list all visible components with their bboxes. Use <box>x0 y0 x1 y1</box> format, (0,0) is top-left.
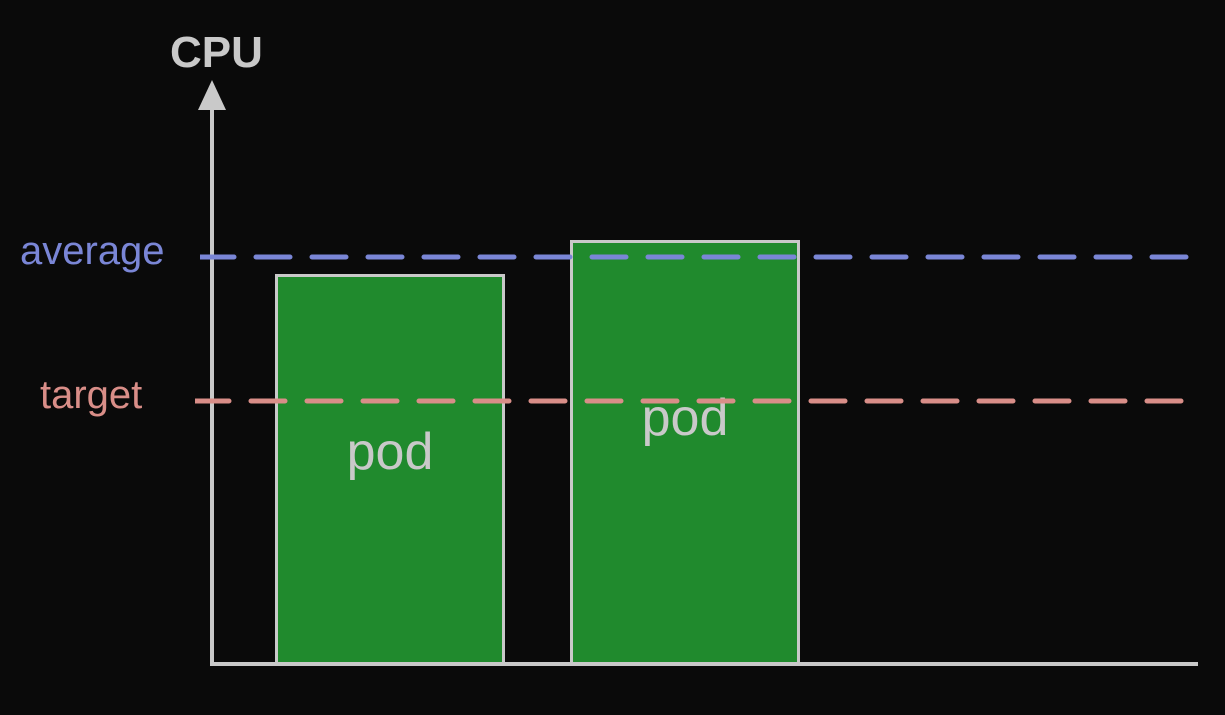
target-line-label: target <box>40 373 142 418</box>
average-line <box>200 254 1198 260</box>
y-axis-label: CPU <box>170 28 263 78</box>
y-axis-line <box>210 106 214 666</box>
x-axis-line <box>210 662 1198 666</box>
target-line <box>195 398 1198 404</box>
average-line-label: average <box>20 229 165 274</box>
bar-pod-1: pod <box>275 274 505 663</box>
bar-label-1: pod <box>347 422 434 482</box>
bar-pod-2: pod <box>570 240 800 662</box>
chart-stage: CPU pod pod average target <box>0 0 1225 715</box>
